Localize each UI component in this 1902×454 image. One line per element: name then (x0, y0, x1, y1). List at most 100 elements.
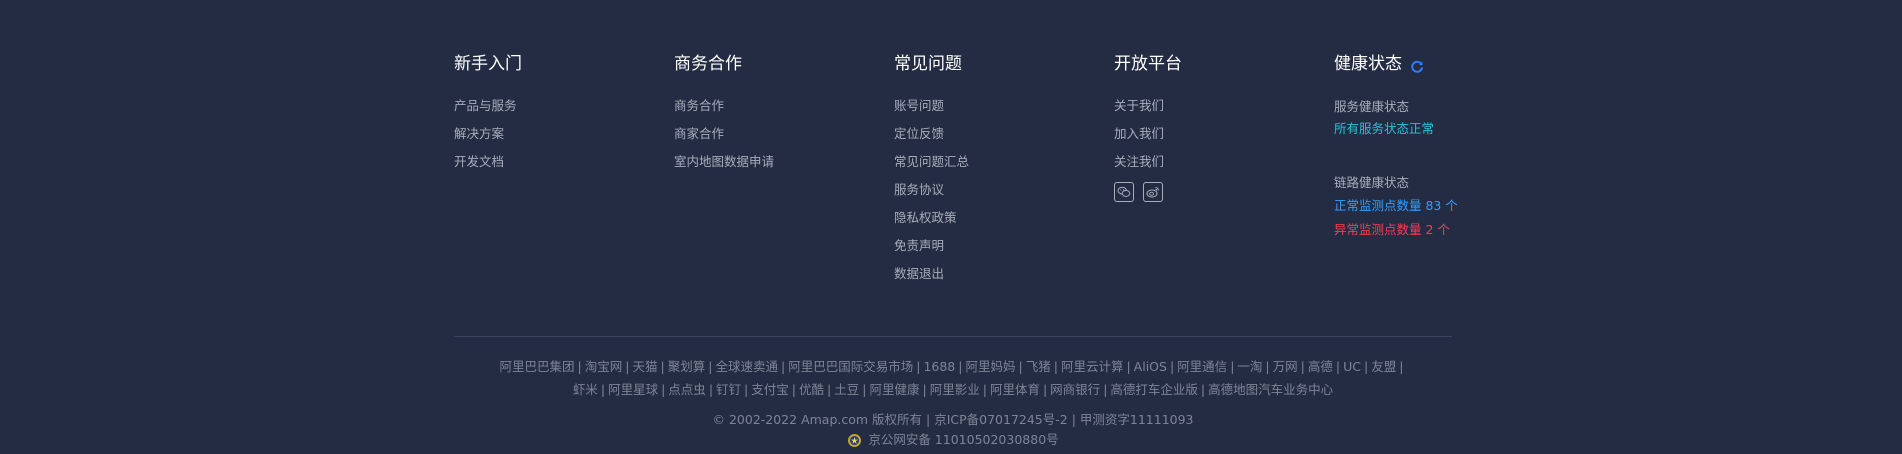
link-about[interactable]: 关于我们 (1114, 96, 1314, 124)
separator: | (1042, 382, 1048, 397)
link-dev-docs[interactable]: 开发文档 (454, 152, 654, 180)
friend-links: 阿里巴巴集团 | 淘宝网 | 天猫 | 聚划算 | 全球速卖通 | 阿里巴巴国际交易市场 | 1688 |… (454, 355, 1452, 401)
police-badge-icon (847, 433, 862, 448)
friend-link[interactable]: 阿里妈妈 (965, 359, 1015, 374)
link-products[interactable]: 产品与服务 (454, 96, 654, 124)
friend-link[interactable]: 1688 (923, 359, 955, 374)
column-title: 开放平台 (1114, 54, 1182, 74)
separator: | (827, 382, 832, 397)
friend-link[interactable]: 钉钉 (716, 382, 741, 397)
link-disclaimer[interactable]: 免责声明 (894, 236, 1094, 264)
separator: | (1103, 382, 1108, 397)
separator: | (1200, 382, 1206, 397)
friend-link[interactable]: 友盟 (1371, 359, 1396, 374)
friend-link[interactable]: 网商银行 (1050, 382, 1100, 397)
column-open-platform: 开放平台 关于我们 加入我们 关注我们 (1114, 52, 1314, 202)
friend-link[interactable]: 阿里巴巴集团 (500, 359, 575, 374)
friend-link[interactable]: 阿里体育 (990, 382, 1040, 397)
column-business: 商务合作 商务合作 商家合作 室内地图数据申请 (674, 52, 874, 180)
friend-link[interactable]: 高德地图汽车业务中心 (1208, 382, 1333, 397)
separator: | (600, 382, 606, 397)
abnormal-points-link[interactable]: 异常监测点数量 2 个 (1334, 218, 1464, 242)
friend-link[interactable]: 点点虫 (668, 382, 706, 397)
separator: | (708, 382, 714, 397)
link-account[interactable]: 账号问题 (894, 96, 1094, 124)
normal-points-link[interactable]: 正常监测点数量 83 个 (1334, 194, 1464, 218)
separator: | (1300, 359, 1305, 374)
separator: | (1335, 359, 1341, 374)
police-record-text[interactable]: 京公网安备 11010502030880号 (868, 430, 1058, 450)
friend-link[interactable]: 万网 (1273, 359, 1298, 374)
column-title: 新手入门 (454, 54, 522, 74)
refresh-icon[interactable] (1410, 57, 1424, 73)
separator: | (577, 359, 582, 374)
link-follow[interactable]: 关注我们 (1114, 152, 1314, 180)
friend-link[interactable]: AliOS (1134, 359, 1167, 374)
friend-link[interactable]: 优酷 (799, 382, 824, 397)
link-indoor-map-apply[interactable]: 室内地图数据申请 (674, 152, 874, 180)
separator: | (1265, 359, 1270, 374)
column-health: 健康状态 服务健康状态 所有服务状态正常 链路健康状态 正常监测点数量 83 个… (1334, 52, 1464, 242)
separator: | (744, 382, 749, 397)
health-title-row: 健康状态 (1334, 52, 1464, 76)
footer: 新手入门 产品与服务 解决方案 开发文档 商务合作 商务合作 商家合作 室内地图… (454, 0, 1458, 454)
friend-link[interactable]: 聚划算 (668, 359, 706, 374)
friend-link[interactable]: 高德 (1308, 359, 1333, 374)
friend-link[interactable]: 全球速卖通 (715, 359, 778, 374)
friend-link[interactable]: 阿里通信 (1177, 359, 1227, 374)
link-join[interactable]: 加入我们 (1114, 124, 1314, 152)
friend-link[interactable]: 天猫 (633, 359, 658, 374)
friend-link[interactable]: 支付宝 (751, 382, 789, 397)
friend-link[interactable]: 阿里健康 (869, 382, 919, 397)
separator: | (1053, 359, 1058, 374)
link-solutions[interactable]: 解决方案 (454, 124, 654, 152)
friend-link[interactable]: 阿里云计算 (1061, 359, 1124, 374)
service-health-label: 服务健康状态 (1334, 99, 1410, 114)
friend-link[interactable]: 阿里影业 (930, 382, 980, 397)
separator: | (791, 382, 796, 397)
link-location-feedback[interactable]: 定位反馈 (894, 124, 1094, 152)
link-merchant-cooperation[interactable]: 商家合作 (674, 124, 874, 152)
link-data-exit[interactable]: 数据退出 (894, 264, 1094, 292)
weibo-icon[interactable] (1143, 182, 1163, 202)
separator: | (916, 359, 921, 374)
friend-link[interactable]: 一淘 (1237, 359, 1262, 374)
service-health-status: 所有服务状态正常 (1334, 121, 1435, 136)
link-privacy[interactable]: 隐私权政策 (894, 208, 1094, 236)
friend-link[interactable]: 虾米 (573, 382, 598, 397)
separator: | (1126, 359, 1131, 374)
friend-link[interactable]: 高德打车企业版 (1110, 382, 1198, 397)
column-getting-started: 新手入门 产品与服务 解决方案 开发文档 (454, 52, 654, 180)
friend-link[interactable]: 淘宝网 (585, 359, 623, 374)
friend-link[interactable]: 阿里巴巴国际交易市场 (788, 359, 913, 374)
copyright-block: © 2002-2022 Amap.com 版权所有 | 京ICP备0701724… (454, 410, 1452, 450)
separator: | (1364, 359, 1369, 374)
separator: | (982, 382, 987, 397)
separator: | (661, 382, 666, 397)
link-business-cooperation[interactable]: 商务合作 (674, 96, 874, 124)
separator: | (958, 359, 963, 374)
copyright-text: © 2002-2022 Amap.com 版权所有 | 京ICP备0701724… (712, 412, 1194, 427)
friend-links-line-1: 阿里巴巴集团 | 淘宝网 | 天猫 | 聚划算 | 全球速卖通 | 阿里巴巴国际交易市场 | 1688 |… (454, 355, 1452, 378)
separator: | (1169, 359, 1175, 374)
friend-link[interactable]: UC (1343, 359, 1361, 374)
separator: | (862, 382, 867, 397)
link-faq-summary[interactable]: 常见问题汇总 (894, 152, 1094, 180)
separator: | (922, 382, 927, 397)
link-service-agreement[interactable]: 服务协议 (894, 180, 1094, 208)
health-title: 健康状态 (1334, 54, 1402, 74)
friend-links-line-2: 虾米 | 阿里星球 | 点点虫 | 钉钉 | 支付宝 | 优酷 | 土豆 | 阿里健康 | 阿里影业 | 阿里体育 |… (454, 378, 1452, 401)
friend-link[interactable]: 阿里星球 (608, 382, 658, 397)
footer-divider (454, 336, 1452, 337)
separator: | (1399, 359, 1404, 374)
wechat-icon[interactable] (1114, 182, 1134, 202)
friend-link[interactable]: 土豆 (834, 382, 859, 397)
column-faq: 常见问题 账号问题 定位反馈 常见问题汇总 服务协议 隐私权政策 免责声明 数据… (894, 52, 1094, 292)
friend-link[interactable]: 飞猪 (1026, 359, 1051, 374)
separator: | (1230, 359, 1235, 374)
link-health-label: 链路健康状态 (1334, 175, 1410, 190)
separator: | (660, 359, 665, 374)
separator: | (708, 359, 713, 374)
separator: | (1018, 359, 1023, 374)
separator: | (625, 359, 630, 374)
